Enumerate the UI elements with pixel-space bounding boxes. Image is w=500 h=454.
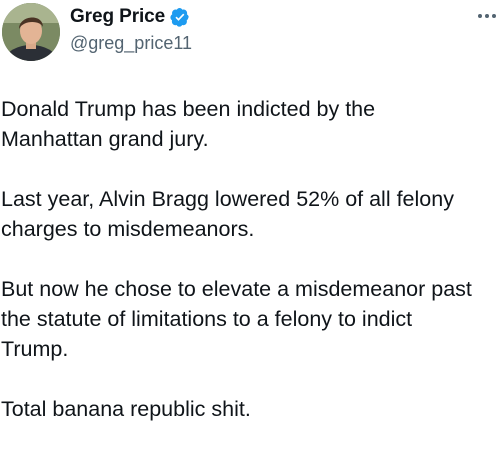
avatar[interactable] — [2, 3, 60, 61]
tweet-paragraph: Donald Trump has been indicted by the Ma… — [1, 94, 500, 154]
dot — [485, 14, 489, 18]
tweet-paragraph: Last year, Alvin Bragg lowered 52% of al… — [1, 184, 500, 244]
display-name[interactable]: Greg Price — [70, 6, 165, 28]
more-options-icon[interactable] — [478, 14, 496, 18]
tweet-line: But now he chose to elevate a misdemeano… — [1, 277, 472, 301]
user-info: Greg Price @greg_price11 — [70, 4, 192, 54]
tweet-header: Greg Price @greg_price11 — [0, 0, 500, 70]
tweet-line: Trump. — [1, 337, 69, 361]
tweet-line: Donald Trump has been indicted by the — [1, 97, 376, 121]
tweet-line: charges to misdemeanors. — [1, 217, 255, 241]
tweet-paragraph: Total banana republic shit. — [1, 394, 500, 424]
tweet-paragraph: But now he chose to elevate a misdemeano… — [1, 274, 500, 364]
tweet-line: Manhattan grand jury. — [1, 127, 209, 151]
tweet-line: Total banana republic shit. — [1, 397, 251, 421]
tweet-line: Last year, Alvin Bragg lowered 52% of al… — [1, 187, 454, 211]
tweet-line: the statute of limitations to a felony t… — [1, 307, 413, 331]
dot — [478, 14, 482, 18]
verified-badge-icon[interactable] — [170, 7, 190, 27]
name-row: Greg Price — [70, 4, 192, 30]
tweet-text: Donald Trump has been indicted by the Ma… — [1, 94, 500, 454]
dot — [492, 14, 496, 18]
handle[interactable]: @greg_price11 — [70, 33, 192, 54]
